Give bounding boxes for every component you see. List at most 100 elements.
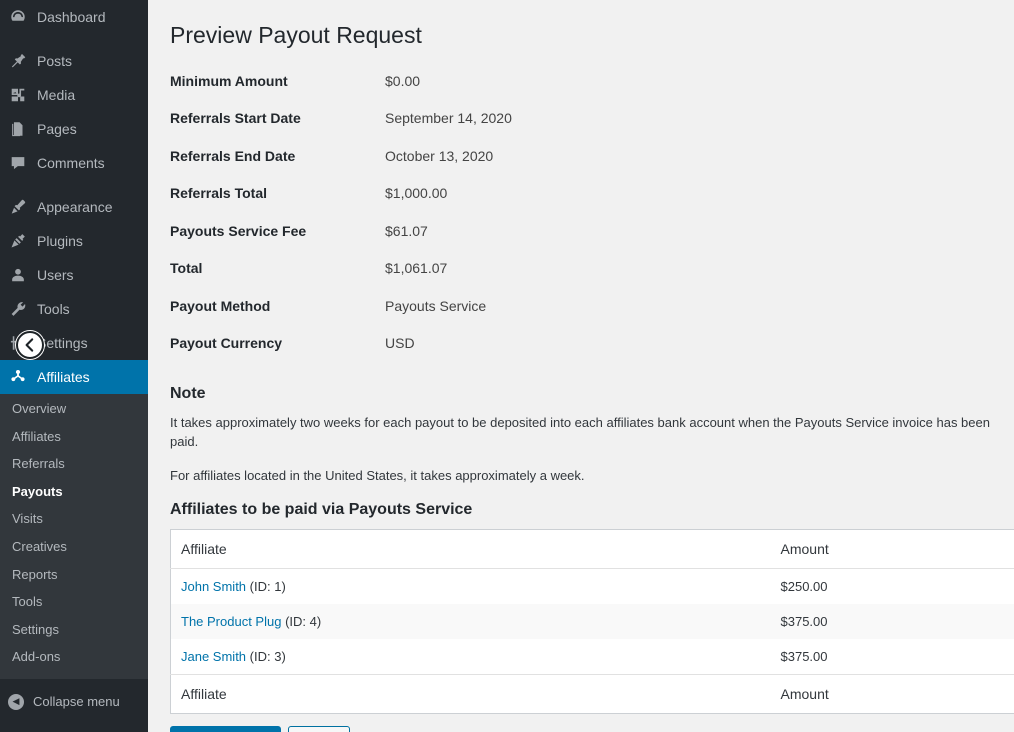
table-footer-row: Affiliate Amount [170,674,1014,714]
sidebar-item-dashboard[interactable]: Dashboard [0,0,148,34]
affiliates-table-title: Affiliates to be paid via Payouts Servic… [170,501,473,519]
detail-value: $61.07 [385,222,428,239]
note-paragraph-2: For affiliates located in the United Sta… [170,467,585,483]
column-header-amount[interactable]: Amount [770,529,1014,570]
detail-value: September 14, 2020 [385,110,512,127]
table-body: John Smith (ID: 1) $250.00 The Product Plu… [170,568,1014,675]
collapse-menu-button[interactable]: ◀ Collapse menu [0,685,148,719]
wp-admin-screen: Dashboard Posts Media Pages Comments Appearan… [0,0,1014,732]
detail-row: Referrals Start Date September 14, 2020 [170,110,1014,148]
submenu-item-settings[interactable]: Settings [0,616,148,644]
main-content: Preview Payout Request Minimum Amount $0.… [148,0,1014,732]
submenu-item-tools[interactable]: Tools [0,588,148,616]
detail-value: $1,000.00 [385,185,448,202]
sidebar-item-plugins[interactable]: Plugins [0,224,148,258]
affiliate-id-text: (ID: 4) [285,614,322,630]
submit-payout-button[interactable]: Submit Payout [170,726,281,732]
submenu-item-overview[interactable]: Overview [0,395,148,423]
back-arrow-cursor-icon [16,331,44,359]
sidebar-item-comments[interactable]: Comments [0,146,148,180]
cell-affiliate: The Product Plug (ID: 4) [170,604,771,640]
media-icon [8,85,28,105]
collapse-arrow-icon: ◀ [8,693,24,710]
detail-label: Payouts Service Fee [170,222,307,239]
users-icon [8,265,28,285]
active-item-arrow-icon [139,365,148,389]
dashboard-icon [8,7,28,27]
menu-separator [0,34,148,44]
affiliate-link[interactable]: Jane Smith [181,649,246,664]
detail-label: Referrals End Date [170,147,296,164]
submenu-item-visits[interactable]: Visits [0,505,148,533]
sidebar-item-label: Affiliates [37,369,90,385]
detail-row: Payouts Service Fee $61.07 [170,223,1014,261]
admin-sidebar: Dashboard Posts Media Pages Comments Appearan… [0,0,148,732]
cell-affiliate: John Smith (ID: 1) [170,568,771,605]
table-row: John Smith (ID: 1) $250.00 [170,568,1014,605]
appearance-brush-icon [8,197,28,217]
submenu-item-affiliates[interactable]: Affiliates [0,423,148,451]
menu-separator [0,180,148,190]
sidebar-item-label: Appearance [37,199,113,215]
detail-value: Payouts Service [385,297,487,314]
affiliate-link[interactable]: John Smith [181,579,246,594]
column-footer-amount[interactable]: Amount [770,674,1014,714]
detail-value: October 13, 2020 [385,147,494,164]
detail-value: $1,061.07 [385,260,448,277]
detail-label: Payout Currency [170,335,283,352]
tools-wrench-icon [8,299,28,319]
note-heading: Note [170,384,206,402]
submenu-item-creatives[interactable]: Creatives [0,533,148,561]
cell-amount: $375.00 [770,604,1014,640]
affiliates-payout-table: Affiliate Amount John Smith (ID: 1) $250.… [170,529,1014,715]
detail-label: Total [170,260,203,277]
plugins-plug-icon [8,231,28,251]
pages-icon [8,119,28,139]
pushpin-icon [8,51,28,71]
table-header-row: Affiliate Amount [170,529,1014,570]
column-footer-affiliate[interactable]: Affiliate [170,674,771,714]
detail-row: Total $1,061.07 [170,260,1014,298]
cell-amount: $375.00 [770,639,1014,675]
sidebar-item-label: Settings [37,335,88,351]
table-row: Jane Smith (ID: 3) $375.00 [170,639,1014,675]
sidebar-item-label: Pages [37,121,77,137]
sidebar-item-users[interactable]: Users [0,258,148,292]
detail-label: Minimum Amount [170,72,288,89]
cell-affiliate: Jane Smith (ID: 3) [170,639,771,675]
sidebar-item-label: Tools [37,301,70,317]
sidebar-item-label: Dashboard [37,9,106,25]
detail-value: USD [385,335,415,352]
sidebar-item-media[interactable]: Media [0,78,148,112]
detail-row: Payout Currency USD [170,335,1014,373]
detail-label: Payout Method [170,297,271,314]
table-foot: Affiliate Amount [170,674,1014,714]
cancel-button[interactable]: Cancel [287,726,351,732]
sidebar-item-pages[interactable]: Pages [0,112,148,146]
sidebar-item-appearance[interactable]: Appearance [0,190,148,224]
detail-row: Referrals Total $1,000.00 [170,185,1014,223]
sidebar-item-label: Media [37,87,76,103]
submenu-item-reports[interactable]: Reports [0,561,148,589]
affiliates-submenu: Overview Affiliates Referrals Payouts Visits… [0,394,148,679]
submenu-item-add-ons[interactable]: Add-ons [0,643,148,671]
detail-row: Referrals End Date October 13, 2020 [170,148,1014,186]
affiliates-network-icon [8,367,28,387]
sidebar-item-label: Users [37,267,74,283]
submenu-item-payouts[interactable]: Payouts [0,478,148,506]
sidebar-item-affiliates[interactable]: Affiliates [0,360,148,394]
form-actions: Submit Payout Cancel [170,726,1014,732]
collapse-menu-label: Collapse menu [33,694,120,710]
column-header-affiliate[interactable]: Affiliate [170,529,771,570]
sidebar-item-tools[interactable]: Tools [0,292,148,326]
detail-value: $0.00 [385,72,421,89]
table-row: The Product Plug (ID: 4) $375.00 [170,604,1014,640]
payout-details-list: Minimum Amount $0.00 Referrals Start Date S… [170,73,1014,373]
sidebar-item-label: Posts [37,53,73,69]
detail-row: Minimum Amount $0.00 [170,73,1014,111]
affiliate-id-text: (ID: 1) [249,579,286,595]
affiliate-link[interactable]: The Product Plug [181,614,281,629]
table-head: Affiliate Amount [170,529,1014,570]
sidebar-item-posts[interactable]: Posts [0,44,148,78]
submenu-item-referrals[interactable]: Referrals [0,450,148,478]
